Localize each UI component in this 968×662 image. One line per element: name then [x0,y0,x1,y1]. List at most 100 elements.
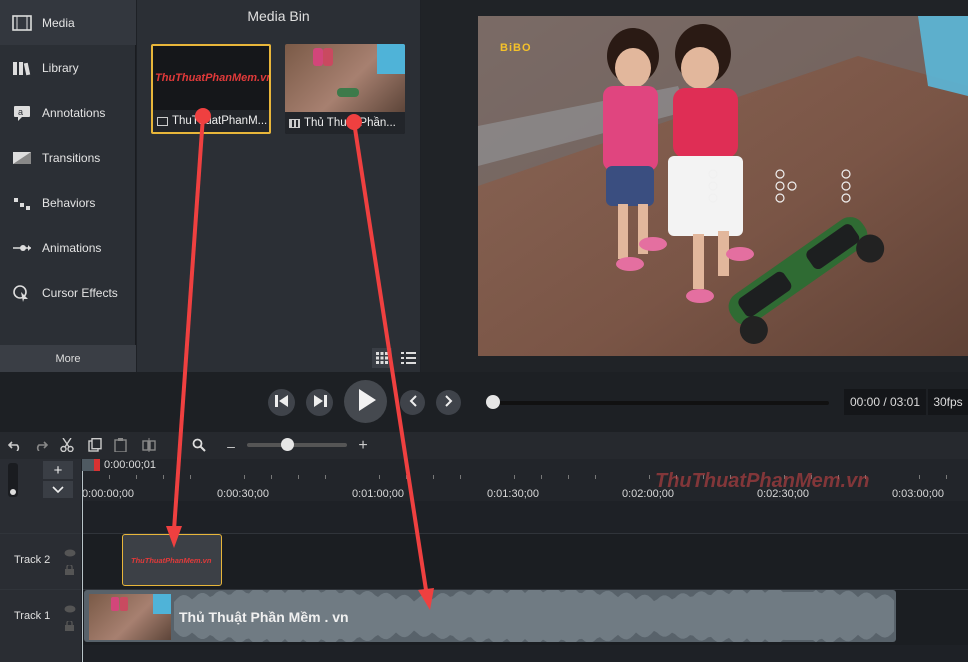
zoom-slider-track[interactable] [247,443,347,447]
chevron-left-icon [408,395,418,410]
ruler-minor-tick [433,475,434,479]
ruler-minor-tick [163,475,164,479]
tools-panel: Media Library a Annotations Transitions … [0,0,136,345]
ruler-tick-label: 0:01:00;00 [352,488,404,500]
chevron-down-icon [52,483,64,497]
step-back-button[interactable] [268,389,295,416]
tool-label: Transitions [42,150,101,165]
ruler-minor-tick [109,475,110,479]
svg-text:a: a [18,107,23,117]
tool-cursor-effects[interactable]: Cursor Effects [0,270,136,315]
ruler-minor-tick [136,475,137,479]
cut-button[interactable] [58,437,76,455]
tool-transitions[interactable]: Transitions [0,135,136,180]
list-view-icon[interactable] [398,348,418,368]
scrubber-track[interactable] [493,401,829,405]
fps-display[interactable]: 30fps [928,389,968,415]
video-preview[interactable]: BiBO [478,16,968,356]
thumbnail-video [285,44,405,112]
behaviors-icon [11,194,33,212]
ruler-minor-tick [919,475,920,479]
ruler-minor-tick [325,475,326,479]
paste-button[interactable] [112,437,130,455]
track-2-header[interactable]: Track 2 [0,533,81,589]
play-icon [356,389,376,414]
video-clip-thumbnail [89,594,171,640]
media-item-caption: Thủ Thuật Phần... [285,112,405,134]
ruler-minor-tick [568,475,569,479]
ruler-minor-tick [595,475,596,479]
zoom-slider-handle[interactable] [281,438,294,451]
track-label: Track 1 [14,610,51,622]
track-height-slider[interactable] [8,463,18,497]
ruler-minor-tick [649,475,650,479]
animations-icon [11,239,33,257]
tool-label: Animations [42,240,102,255]
media-item-image[interactable]: ThuThuatPhanMem.vn ThuThuatPhanM... [151,44,271,134]
tool-library[interactable]: Library [0,45,136,90]
copy-button[interactable] [86,437,104,455]
tool-label: Annotations [42,105,106,120]
library-icon [11,59,33,77]
zoom-out-button[interactable]: – [222,437,240,455]
split-icon [142,437,156,455]
step-forward-button[interactable] [306,389,333,416]
ruler-minor-tick [946,475,947,479]
media-item-video[interactable]: Thủ Thuật Phần... [285,44,405,134]
redo-icon [34,438,49,454]
cursor-effects-icon [11,284,33,302]
transitions-icon [11,149,33,167]
next-marker-button[interactable] [436,390,461,415]
undo-button[interactable] [6,437,24,455]
tool-behaviors[interactable]: Behaviors [0,180,136,225]
step-back-icon [274,395,289,410]
image-clip-logo: ThuThuatPhanMem.vn [131,556,212,565]
redo-button[interactable] [32,437,50,455]
track-1-header[interactable]: Track 1 [0,589,81,645]
previous-marker-button[interactable] [400,390,425,415]
ruler-tick-label: 0:00:30;00 [217,488,269,500]
tool-animations[interactable]: Animations [0,225,136,270]
playhead-handle[interactable] [82,459,100,471]
ruler-tick-label: 0:03:00;00 [892,488,944,500]
eye-icon[interactable] [64,546,76,560]
scrubber-handle[interactable] [486,395,500,409]
play-button[interactable] [344,380,387,423]
ruler-minor-tick [514,475,515,479]
image-icon [157,116,168,126]
track-label: Track 2 [14,554,51,566]
tool-label: Library [42,60,79,75]
media-item-caption: ThuThuatPhanM... [153,110,269,132]
ruler-minor-tick [298,475,299,479]
tool-media[interactable]: Media [0,0,136,45]
camtasia-window: Media Library a Annotations Transitions … [0,0,968,662]
ruler-minor-tick [406,475,407,479]
image-clip[interactable]: ThuThuatPhanMem.vn [122,534,222,586]
ruler-minor-tick [460,475,461,479]
eye-icon[interactable] [64,602,76,616]
media-item-label: ThuThuatPhanM... [172,115,268,127]
lock-icon[interactable] [65,563,74,578]
ruler-minor-tick [271,475,272,479]
ruler-minor-tick [190,475,191,479]
media-item-label: Thủ Thuật Phần... [304,117,396,129]
track-options-button[interactable] [43,481,73,498]
preview-overlay-logo: BiBO [500,42,532,54]
zoom-in-button[interactable]: + [354,437,372,455]
lock-icon[interactable] [65,619,74,634]
playhead-line[interactable] [82,459,83,662]
tool-annotations[interactable]: a Annotations [0,90,136,135]
playhead-time: 0:00:00;01 [104,459,156,471]
split-button[interactable] [140,437,158,455]
add-track-button[interactable]: + [43,461,73,479]
media-bin-title: Media Bin [247,8,310,24]
grid-view-icon[interactable] [372,348,392,368]
ruler-tick-label: 0:00:00;00 [82,488,134,500]
time-display: 00:00 / 03:01 [844,389,926,415]
tool-label: Behaviors [42,195,96,210]
ruler-minor-tick [379,475,380,479]
more-button[interactable]: More [0,345,136,372]
watermark: ThuThuatPhanMem.vn [655,470,870,492]
thumbnail-logo: ThuThuatPhanMem.vn [155,72,271,84]
zoom-fit-button[interactable] [190,437,208,455]
